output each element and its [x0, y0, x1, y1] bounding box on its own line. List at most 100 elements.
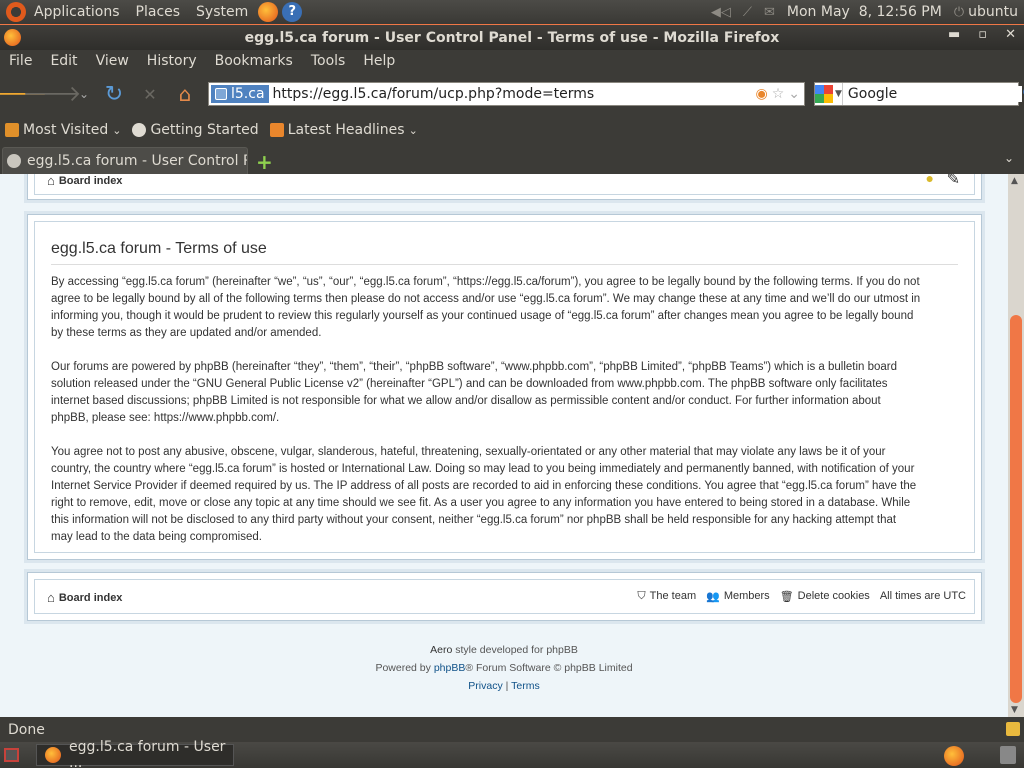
- window-titlebar[interactable]: egg.l5.ca forum - User Control Panel - T…: [0, 24, 1024, 50]
- new-tab-plus-icon[interactable]: +: [256, 150, 273, 174]
- the-team-label: The team: [649, 590, 697, 602]
- rss-feed-icon[interactable]: ◉: [755, 86, 767, 102]
- minimize-icon[interactable]: ▬: [948, 27, 960, 42]
- terms-panel: egg.l5.ca forum - Terms of use By access…: [27, 214, 982, 560]
- style-credit-text: style developed for phpBB: [452, 644, 578, 656]
- menu-tools[interactable]: Tools: [302, 53, 355, 69]
- trash-applet-icon[interactable]: [1000, 746, 1016, 764]
- username[interactable]: ubuntu: [968, 4, 1018, 20]
- text-line: internet based discussions; phpBB Limite…: [51, 395, 881, 407]
- firefox-tray-icon[interactable]: [944, 746, 964, 766]
- page-icon: [132, 123, 147, 137]
- bookmark-most-visited[interactable]: Most Visited ⌄: [0, 122, 127, 138]
- menu-help[interactable]: Help: [354, 53, 404, 69]
- firefox-window-icon[interactable]: [4, 29, 21, 46]
- site-favicon-icon: [215, 88, 227, 100]
- padlock-icon[interactable]: [1006, 722, 1020, 736]
- taskbar-window-button[interactable]: egg.l5.ca forum - User ...: [36, 739, 234, 768]
- search-input[interactable]: [842, 86, 1022, 102]
- separator: |: [502, 680, 512, 692]
- engine-dropdown-icon: ▼: [835, 89, 842, 99]
- text-line: country, the country where “egg.l5.ca fo…: [51, 463, 915, 475]
- clock[interactable]: Mon May 8, 12:56 PM: [787, 4, 942, 20]
- board-index-link-bottom[interactable]: ⌂ Board index: [47, 590, 122, 605]
- show-desktop-icon[interactable]: [4, 748, 19, 762]
- delete-cookies-link[interactable]: 🗑 Delete cookies: [780, 590, 870, 603]
- bookmark-label: Getting Started: [150, 122, 259, 138]
- board-index-label: Board index: [58, 591, 123, 604]
- the-team-link[interactable]: ⛉ The team: [637, 590, 696, 603]
- page-content: ⌂ Board index ● ✎ egg.l5.ca forum - Term…: [0, 174, 1008, 717]
- credits-line-3: Privacy | Terms: [0, 680, 1008, 692]
- terms-paragraph-2: Our forums are powered by phpBB (hereina…: [51, 359, 975, 427]
- bookmarks-toolbar: Most Visited ⌄ Getting Started Latest He…: [0, 116, 1024, 144]
- firefox-launcher-icon[interactable]: [258, 2, 279, 22]
- board-index-label: Board index: [58, 174, 123, 187]
- scroll-up-arrow-icon[interactable]: ▲: [1011, 176, 1018, 186]
- aero-style-link[interactable]: Aero: [430, 644, 452, 656]
- text-line: phpBB, please see: https://www.phpbb.com…: [51, 412, 280, 424]
- bookmark-star-icon[interactable]: ☆: [772, 86, 785, 102]
- url-text[interactable]: https://egg.l5.ca/forum/ucp.php?mode=ter…: [273, 86, 756, 102]
- history-dropdown-icon[interactable]: ⌄: [70, 80, 98, 108]
- members-link[interactable]: 👥 Members: [706, 590, 770, 603]
- tab-forum[interactable]: egg.l5.ca forum - User Control P...: [2, 147, 248, 174]
- menu-file[interactable]: File: [0, 53, 41, 69]
- board-index-link-top[interactable]: ⌂ Board index: [47, 174, 122, 188]
- close-icon[interactable]: ✕: [1005, 27, 1016, 42]
- text-line: by these terms as they are updated and/o…: [51, 327, 322, 339]
- volume-icon[interactable]: ◀◁: [711, 5, 731, 20]
- tab-label: egg.l5.ca forum - User Control P...: [27, 153, 248, 169]
- chevron-down-icon: ⌄: [112, 123, 122, 137]
- menu-view[interactable]: View: [87, 53, 138, 69]
- phpbb-link[interactable]: phpBB: [434, 662, 466, 674]
- applications-menu[interactable]: Applications: [26, 4, 128, 20]
- url-dropdown-icon[interactable]: ⌄: [788, 86, 800, 102]
- delete-cookies-label: Delete cookies: [797, 590, 870, 602]
- site-identity-label: l5.ca: [231, 86, 265, 102]
- ubuntu-logo-icon[interactable]: [6, 2, 26, 22]
- wrench-icon[interactable]: ✎: [947, 174, 960, 189]
- faq-bulb-icon[interactable]: ●: [926, 174, 934, 186]
- credits-line-1: Aero style developed for phpBB: [0, 644, 1008, 656]
- terms-link[interactable]: Terms: [511, 680, 540, 692]
- bookmark-getting-started[interactable]: Getting Started: [127, 122, 264, 138]
- menu-history[interactable]: History: [138, 53, 206, 69]
- bookmark-latest-headlines[interactable]: Latest Headlines ⌄: [265, 122, 424, 138]
- text-line: solution released under the “GNU General…: [51, 378, 888, 390]
- terms-paragraph-1: By accessing “egg.l5.ca forum” (hereinaf…: [51, 274, 975, 342]
- reload-icon[interactable]: ↻: [100, 80, 128, 108]
- network-icon[interactable]: ⟋: [743, 5, 752, 20]
- vertical-scrollbar[interactable]: ▲ ▼: [1008, 174, 1024, 717]
- search-engine-selector[interactable]: ▼: [815, 83, 843, 105]
- folder-icon: [5, 123, 19, 137]
- places-menu[interactable]: Places: [128, 4, 189, 20]
- help-launcher-icon[interactable]: ?: [282, 2, 303, 22]
- menu-edit[interactable]: Edit: [41, 53, 86, 69]
- maximize-icon[interactable]: ▫: [978, 27, 987, 42]
- terms-paragraph-3: You agree not to post any abusive, obsce…: [51, 444, 975, 546]
- forward-arrow-icon[interactable]: 🡒: [23, 80, 82, 108]
- system-menu[interactable]: System: [188, 4, 256, 20]
- menu-bookmarks[interactable]: Bookmarks: [206, 53, 302, 69]
- text-line: You agree not to post any abusive, obsce…: [51, 446, 886, 458]
- scroll-down-arrow-icon[interactable]: ▼: [1011, 705, 1018, 715]
- members-label: Members: [723, 590, 770, 602]
- mail-icon[interactable]: ✉: [764, 5, 775, 20]
- search-bar[interactable]: ▼ ⚲: [814, 82, 1024, 106]
- url-bar[interactable]: l5.ca https://egg.l5.ca/forum/ucp.php?mo…: [208, 82, 805, 106]
- tab-list-chevron-icon[interactable]: ⌄: [1004, 151, 1014, 165]
- software-credit-text: ® Forum Software © phpBB Limited: [465, 662, 633, 674]
- privacy-link[interactable]: Privacy: [468, 680, 502, 692]
- power-icon[interactable]: ⏻: [954, 5, 964, 20]
- taskbar-window-label: egg.l5.ca forum - User ...: [69, 739, 226, 768]
- scroll-thumb[interactable]: [1010, 315, 1022, 703]
- chevron-down-icon: ⌄: [408, 123, 418, 137]
- bookmark-label: Latest Headlines: [287, 122, 405, 138]
- text-line: agree to be legally bound by all of the …: [51, 293, 921, 305]
- text-line: this information will not be disclosed t…: [51, 514, 897, 526]
- tab-strip: egg.l5.ca forum - User Control P... + ⌄: [0, 144, 1024, 174]
- home-icon[interactable]: ⌂: [171, 80, 199, 108]
- stop-icon[interactable]: ✕: [136, 80, 164, 108]
- site-identity-button[interactable]: l5.ca: [211, 85, 269, 103]
